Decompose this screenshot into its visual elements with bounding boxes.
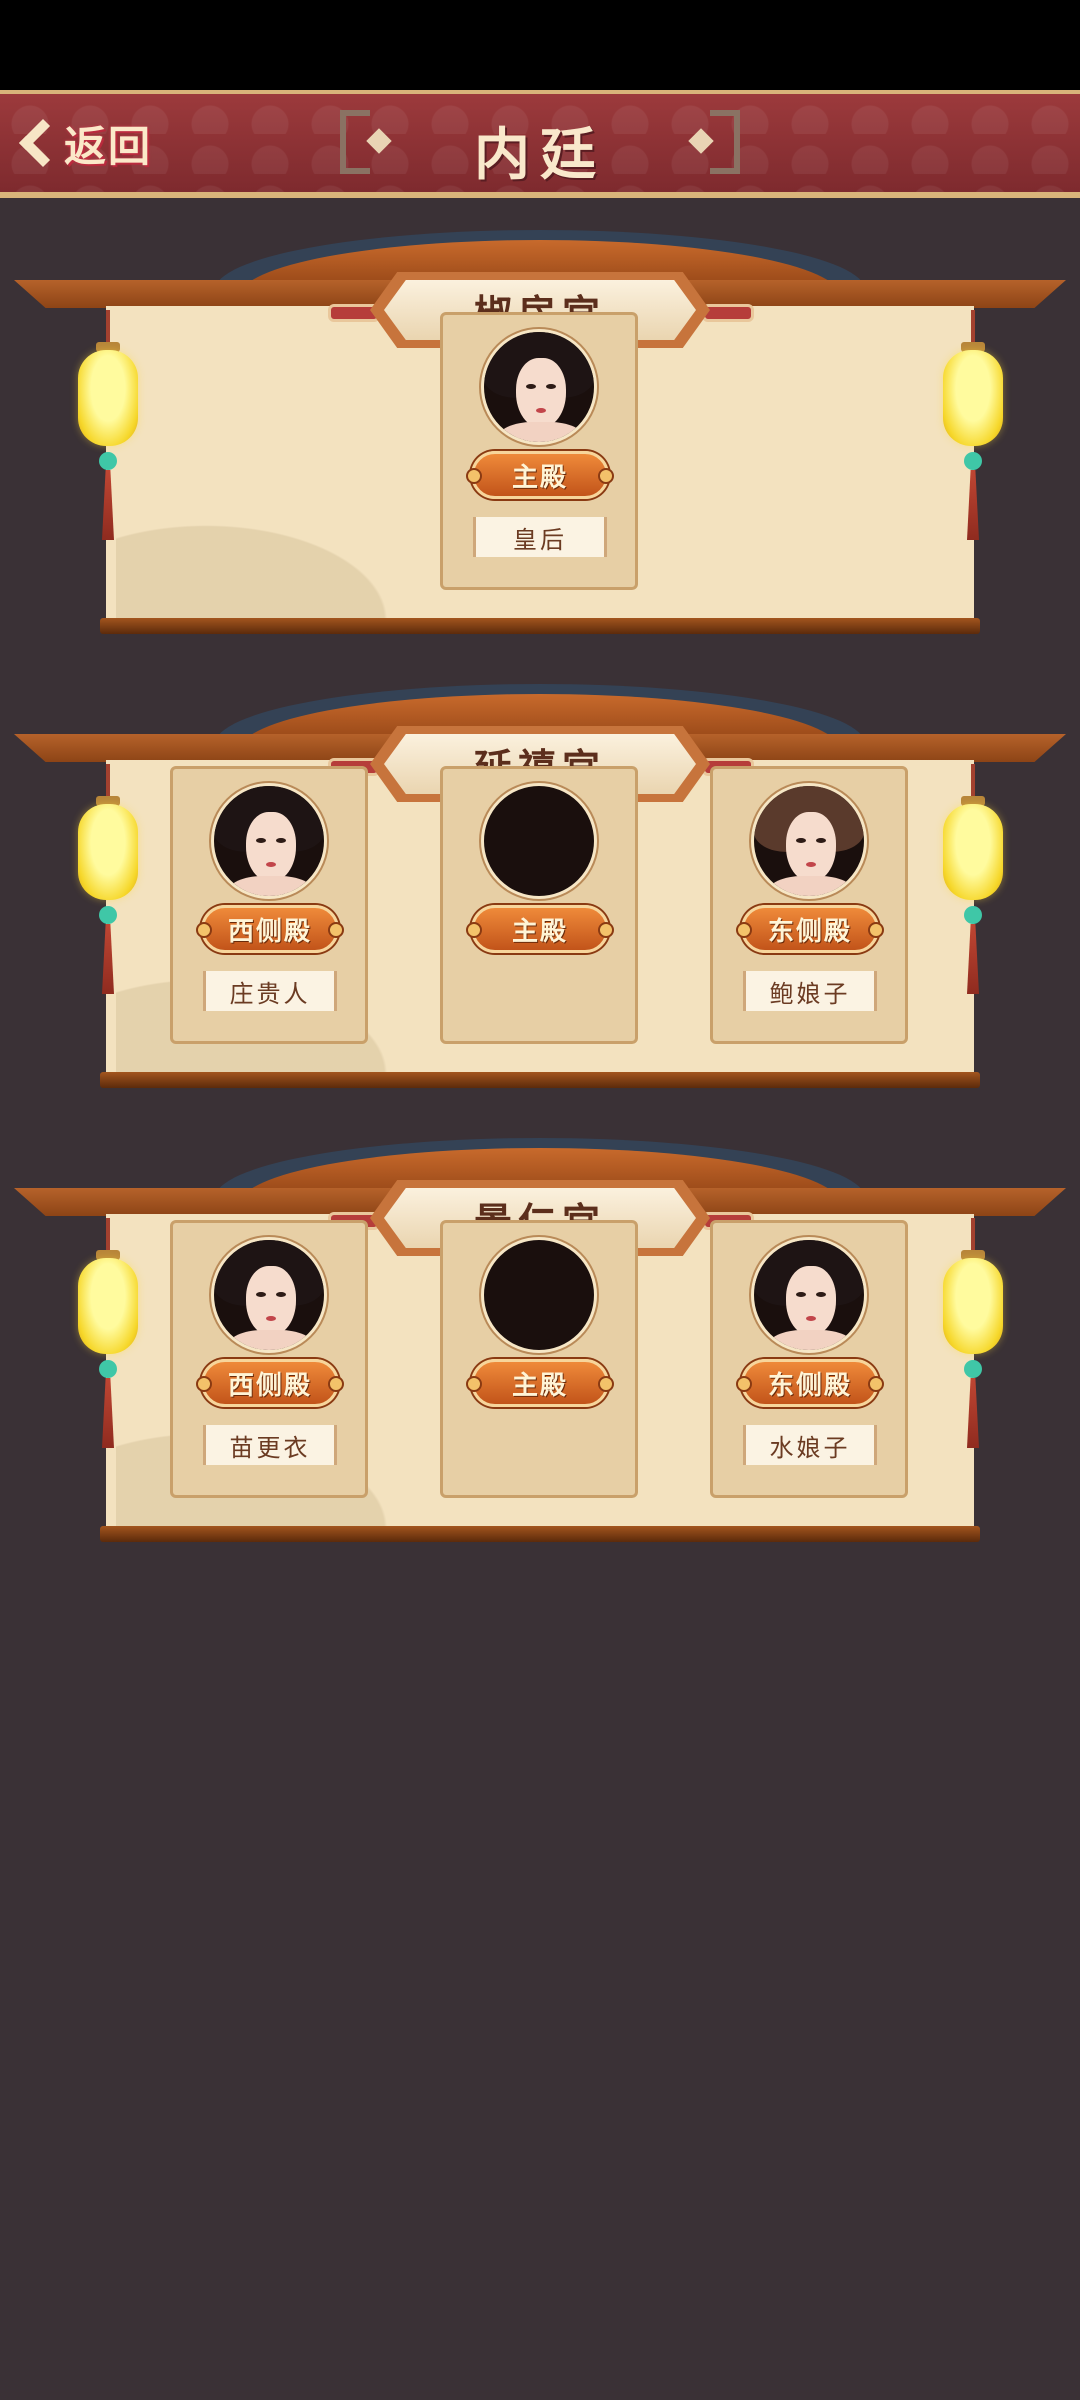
lantern-icon: [78, 1218, 138, 1458]
role-label: 东侧殿: [767, 1370, 852, 1401]
palace-panel: 椒房宫 主殿 皇后: [0, 210, 1080, 650]
role-badge: 东侧殿: [736, 1359, 884, 1407]
role-badge: 主殿: [466, 451, 614, 499]
lantern-icon: [943, 1218, 1003, 1458]
residence-slot-east[interactable]: 东侧殿 鲍娘子: [710, 766, 908, 1044]
back-label: 返回: [64, 121, 153, 171]
header-bar: 返回 内廷: [0, 90, 1080, 198]
residence-slot-main[interactable]: 主殿: [440, 766, 638, 1044]
role-label: 主殿: [511, 916, 568, 947]
residence-slot-main[interactable]: 主殿 皇后: [440, 312, 638, 590]
empty-avatar: [481, 1237, 597, 1353]
palace-panel: 景仁宫 西侧殿 苗更衣 主殿 东侧殿 水娘子: [0, 1118, 1080, 1558]
lantern-icon: [78, 310, 138, 550]
palace-panel: 延禧宫 西侧殿 庄贵人 主殿 东侧殿 鲍娘子: [0, 664, 1080, 1104]
resident-name: 鲍娘子: [769, 979, 851, 1008]
role-badge: 主殿: [466, 1359, 614, 1407]
role-label: 东侧殿: [767, 916, 852, 947]
consort-avatar: [751, 1237, 867, 1353]
back-arrow-icon: [18, 118, 68, 168]
lantern-icon: [943, 764, 1003, 1004]
palace-base: [100, 1072, 980, 1088]
consort-avatar: [211, 1237, 327, 1353]
residence-slot-west[interactable]: 西侧殿 庄贵人: [170, 766, 368, 1044]
role-badge: 西侧殿: [196, 1359, 344, 1407]
role-label: 主殿: [511, 1370, 568, 1401]
resident-name: 皇后: [513, 525, 567, 554]
resident-name-tag: 水娘子: [743, 1425, 877, 1465]
palace-base: [100, 618, 980, 634]
role-label: 西侧殿: [227, 1370, 312, 1401]
lantern-icon: [943, 310, 1003, 550]
role-badge: 主殿: [466, 905, 614, 953]
page-title: 内廷: [474, 122, 606, 188]
palace-base: [100, 1526, 980, 1542]
resident-name: 水娘子: [769, 1433, 851, 1462]
resident-name: 庄贵人: [229, 979, 311, 1008]
title-frame: 内廷: [340, 102, 740, 188]
consort-avatar: [751, 783, 867, 899]
role-label: 西侧殿: [227, 916, 312, 947]
consort-avatar: [481, 329, 597, 445]
lantern-icon: [78, 764, 138, 1004]
resident-name: 苗更衣: [229, 1433, 311, 1462]
empty-avatar: [481, 783, 597, 899]
status-bar: [0, 0, 1080, 90]
clip-ornament-icon: [702, 304, 754, 322]
residence-slot-main[interactable]: 主殿: [440, 1220, 638, 1498]
resident-name-tag: 皇后: [473, 517, 607, 557]
residence-slot-east[interactable]: 东侧殿 水娘子: [710, 1220, 908, 1498]
role-label: 主殿: [511, 462, 568, 493]
resident-name-tag: 鲍娘子: [743, 971, 877, 1011]
right-bracket-icon: [710, 110, 740, 174]
role-badge: 东侧殿: [736, 905, 884, 953]
resident-name-tag: 庄贵人: [203, 971, 337, 1011]
residence-slot-west[interactable]: 西侧殿 苗更衣: [170, 1220, 368, 1498]
role-badge: 西侧殿: [196, 905, 344, 953]
resident-name-tag: 苗更衣: [203, 1425, 337, 1465]
consort-avatar: [211, 783, 327, 899]
back-button[interactable]: 返回: [12, 112, 152, 174]
